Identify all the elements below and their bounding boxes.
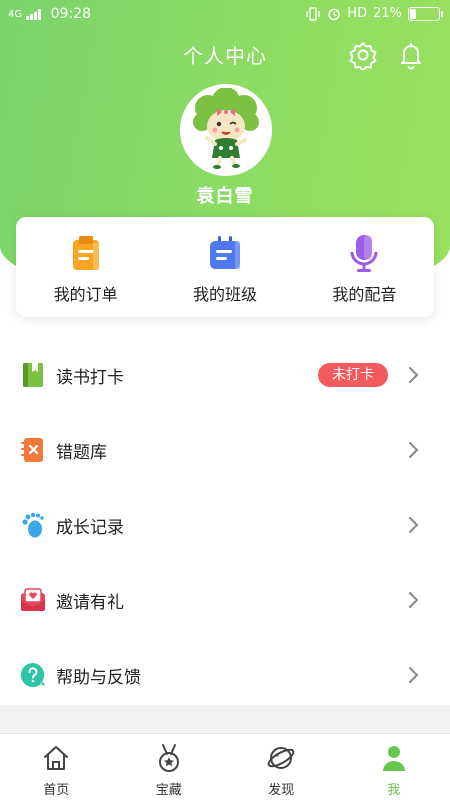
user-name: 袁白雪 xyxy=(196,186,254,207)
book-icon xyxy=(23,363,43,387)
bottom-tab-bar: 首页 宝藏 发现 我 xyxy=(0,733,450,800)
tab-label: 宝藏 xyxy=(155,783,182,798)
my-orders-label: 我的订单 xyxy=(53,285,118,304)
signal-icon xyxy=(26,8,41,20)
battery-fill xyxy=(410,8,417,19)
mistake-notebook-icon xyxy=(21,438,43,462)
tab-discover[interactable]: 发现 xyxy=(225,734,338,800)
home-icon xyxy=(44,746,69,770)
battery-icon xyxy=(408,6,443,21)
tab-label: 发现 xyxy=(268,783,295,798)
gear-icon[interactable] xyxy=(348,40,378,70)
my-class-label: 我的班级 xyxy=(192,285,257,304)
help-icon xyxy=(20,662,45,687)
section-divider xyxy=(0,705,450,733)
status-left: 4G 09:28 xyxy=(8,6,91,22)
order-clipboard-icon xyxy=(72,236,99,270)
my-class-button[interactable]: 我的班级 xyxy=(155,217,294,317)
status-badge: 未打卡 xyxy=(318,363,388,387)
menu-item-reading-checkin[interactable]: 读书打卡 未打卡 xyxy=(0,338,450,413)
tab-treasure[interactable]: 宝藏 xyxy=(113,734,226,800)
menu-item-help-feedback[interactable]: 帮助与反馈 xyxy=(0,638,450,713)
network-type: 4G xyxy=(8,8,23,20)
tab-me[interactable]: 我 xyxy=(338,734,450,800)
chevron-right-icon xyxy=(409,367,419,383)
my-dubbing-label: 我的配音 xyxy=(332,285,397,304)
quick-actions-card: 我的订单 我的班级 我的配音 xyxy=(16,217,434,317)
menu-item-growth-records[interactable]: 成长记录 xyxy=(0,488,450,563)
page-title: 个人中心 xyxy=(183,44,267,68)
vibrate-icon xyxy=(306,6,320,21)
menu-item-invite[interactable]: 邀请有礼 xyxy=(0,563,450,638)
status-right: HD 21% xyxy=(305,6,443,21)
bell-icon[interactable] xyxy=(396,40,426,70)
cartoon-broccoli-avatar xyxy=(193,88,259,169)
my-orders-button[interactable]: 我的订单 xyxy=(16,217,155,317)
my-dubbing-button[interactable]: 我的配音 xyxy=(295,217,434,317)
status-bar: 4G 09:28 HD 21% xyxy=(0,0,450,30)
alarm-icon xyxy=(328,8,341,20)
menu-label: 错题库 xyxy=(56,443,107,463)
footprint-icon xyxy=(22,512,44,538)
user-icon xyxy=(382,746,405,771)
tab-home[interactable]: 首页 xyxy=(0,734,113,800)
chevron-right-icon xyxy=(409,667,419,683)
chevron-right-icon xyxy=(409,517,419,533)
menu-item-mistakes[interactable]: 错题库 xyxy=(0,413,450,488)
battery-percent: 21% xyxy=(373,6,402,21)
menu-label: 成长记录 xyxy=(56,518,124,538)
microphone-icon xyxy=(350,235,378,272)
tab-label: 首页 xyxy=(43,783,70,798)
planet-icon xyxy=(267,747,295,769)
envelope-heart-icon xyxy=(21,588,45,611)
chevron-right-icon xyxy=(409,442,419,458)
tab-label: 我 xyxy=(387,783,401,798)
menu-label: 邀请有礼 xyxy=(56,593,124,613)
menu-label: 帮助与反馈 xyxy=(56,668,141,688)
hd-label: HD xyxy=(347,6,368,21)
menu-label: 读书打卡 xyxy=(56,368,124,388)
status-time: 09:28 xyxy=(50,6,91,22)
avatar[interactable] xyxy=(180,84,272,176)
chevron-right-icon xyxy=(409,592,419,608)
menu-list: 读书打卡 未打卡 错题库 成长记录 邀请有礼 帮助与反馈 xyxy=(0,338,450,713)
class-icon xyxy=(209,236,240,269)
medal-icon xyxy=(158,744,179,772)
